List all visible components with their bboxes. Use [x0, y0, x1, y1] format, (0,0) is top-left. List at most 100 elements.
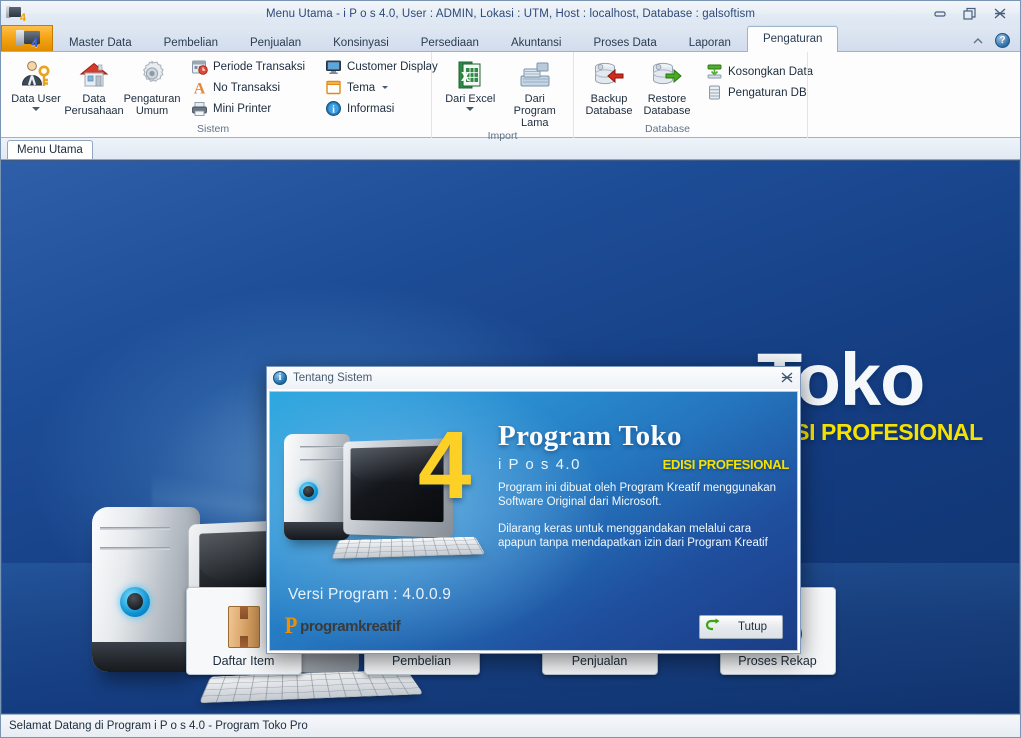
about-dialog-body: 4 Program Toko i P o s 4.0 EDISI PROFESI…: [269, 391, 798, 651]
no-transaksi-button[interactable]: A No Transaksi: [187, 77, 311, 98]
customer-display-button[interactable]: Customer Display: [321, 56, 444, 77]
informasi-button[interactable]: i Informasi: [321, 98, 444, 119]
mdi-workspace: Toko EDISI PROFESIONAL Daftar Item: [1, 160, 1020, 714]
pengaturan-umum-label: Pengaturan Umum: [124, 93, 181, 117]
restore-icon[interactable]: [962, 6, 978, 22]
app-menu-button[interactable]: 4: [1, 25, 53, 51]
chevron-up-icon[interactable]: [971, 34, 985, 48]
tab-penjualan[interactable]: Penjualan: [234, 31, 317, 54]
help-icon[interactable]: ?: [995, 33, 1010, 48]
about-dialog-title: Tentang Sistem: [293, 372, 372, 384]
gear-icon: [135, 58, 169, 92]
periode-transaksi-label: Periode Transaksi: [213, 61, 305, 73]
window-titlebar: 4 Menu Utama - i P o s 4.0, User : ADMIN…: [1, 1, 1020, 26]
penjualan-label: Penjualan: [572, 654, 628, 668]
version-numeral-4: 4: [418, 418, 471, 514]
tab-akuntansi[interactable]: Akuntansi: [495, 31, 578, 54]
tutup-button-label: Tutup: [729, 621, 782, 633]
tab-konsinyasi[interactable]: Konsinyasi: [317, 31, 405, 54]
sistem-small-column-1: Periode Transaksi A No Transaksi: [187, 55, 311, 119]
ribbon-group-label-sistem: Sistem: [1, 123, 431, 138]
return-arrow-icon: [705, 617, 723, 638]
window-controls: [932, 6, 1020, 22]
database-settings-icon: [706, 84, 723, 101]
cash-register-icon: [518, 58, 552, 92]
minimize-icon[interactable]: [932, 6, 948, 22]
backup-database-button[interactable]: Backup Database: [580, 55, 638, 118]
data-perusahaan-label: Data Perusahaan: [64, 93, 123, 117]
svg-text:X: X: [461, 69, 470, 84]
tab-pengaturan[interactable]: Pengaturan: [747, 26, 838, 52]
info-icon: i: [325, 100, 342, 117]
tab-persediaan[interactable]: Persediaan: [405, 31, 495, 54]
tutup-button[interactable]: Tutup: [699, 615, 783, 639]
box-icon: [220, 604, 268, 650]
database-small-column: Kosongkan Data Pengaturan DB: [702, 55, 819, 103]
excel-icon: X: [453, 58, 487, 92]
data-user-label: Data User: [11, 93, 61, 105]
dari-excel-button[interactable]: X Dari Excel: [438, 55, 503, 112]
chevron-down-icon[interactable]: [382, 86, 388, 89]
kosongkan-data-label: Kosongkan Data: [728, 66, 813, 78]
backup-database-label: Backup Database: [585, 93, 632, 117]
informasi-label: Informasi: [347, 103, 394, 115]
close-icon[interactable]: [992, 6, 1008, 22]
printer-icon: [191, 100, 208, 117]
tab-proses-data[interactable]: Proses Data: [577, 31, 672, 54]
info-icon: i: [273, 371, 287, 385]
about-paragraph-1: Program ini dibuat oleh Program Kreatif …: [498, 482, 789, 509]
dari-excel-label: Dari Excel: [445, 93, 495, 105]
user-key-icon: [19, 58, 53, 92]
mini-printer-label: Mini Printer: [213, 103, 271, 115]
about-product-version: i P o s 4.0: [498, 456, 581, 473]
proses-rekap-label: Proses Rekap: [738, 654, 817, 668]
about-dialog: i Tentang Sistem 4: [266, 366, 801, 654]
window-title: Menu Utama - i P o s 4.0, User : ADMIN, …: [1, 8, 1020, 20]
about-paragraph-2: Dilarang keras untuk menggandakan melalu…: [498, 523, 789, 550]
restore-database-label: Restore Database: [643, 93, 690, 117]
mini-printer-button[interactable]: Mini Printer: [187, 98, 311, 119]
letter-a-icon: A: [191, 79, 208, 96]
dari-program-lama-button[interactable]: Dari Program Lama: [503, 55, 568, 130]
close-icon[interactable]: [779, 370, 795, 386]
tema-button[interactable]: Tema: [321, 77, 444, 98]
kosongkan-data-button[interactable]: Kosongkan Data: [702, 61, 819, 82]
tema-label: Tema: [347, 82, 375, 94]
statusbar: Selamat Datang di Program i P o s 4.0 - …: [1, 714, 1020, 737]
svg-text:i: i: [332, 104, 335, 115]
chevron-down-icon[interactable]: [466, 107, 474, 111]
data-user-button[interactable]: Data User: [7, 55, 65, 112]
ribbon-body: Data User Data: [1, 52, 1020, 138]
about-version-line: Versi Program : 4.0.0.9: [288, 586, 451, 604]
tab-laporan[interactable]: Laporan: [673, 31, 747, 54]
data-perusahaan-button[interactable]: Data Perusahaan: [65, 55, 123, 118]
pengaturan-db-button[interactable]: Pengaturan DB: [702, 82, 819, 103]
periode-transaksi-button[interactable]: Periode Transaksi: [187, 56, 311, 77]
programkreatif-text: programkreatif: [300, 618, 400, 635]
database-restore-icon: [650, 58, 684, 92]
no-transaksi-label: No Transaksi: [213, 82, 280, 94]
customer-display-label: Customer Display: [347, 61, 438, 73]
house-icon: [77, 58, 111, 92]
ribbon-filler: [807, 52, 1020, 138]
program-toko-icon: 4: [5, 3, 27, 25]
ribbon-group-label-database: Database: [574, 123, 807, 138]
programkreatif-mark: P: [285, 615, 298, 637]
pengaturan-umum-button[interactable]: Pengaturan Umum: [123, 55, 181, 118]
ribbon-group-sistem: Data User Data: [1, 52, 431, 138]
doctab-menu-utama[interactable]: Menu Utama: [7, 140, 93, 159]
ribbon-tabstrip: 4 Master Data Pembelian Penjualan Konsin…: [1, 26, 1020, 52]
tab-pembelian[interactable]: Pembelian: [148, 31, 234, 54]
restore-database-button[interactable]: Restore Database: [638, 55, 696, 118]
statusbar-text: Selamat Datang di Program i P o s 4.0 - …: [9, 720, 308, 732]
monitor-icon: [325, 58, 342, 75]
svg-text:A: A: [194, 81, 206, 97]
about-edition-badge: EDISI PROFESIONAL: [663, 457, 789, 472]
about-text-block: Program Toko i P o s 4.0 EDISI PROFESION…: [498, 420, 789, 550]
empty-data-icon: [706, 63, 723, 80]
daftar-item-label: Daftar Item: [213, 654, 275, 668]
ribbon-group-database: Backup Database: [573, 52, 807, 138]
chevron-down-icon[interactable]: [32, 107, 40, 111]
programkreatif-logo: P programkreatif: [284, 615, 400, 637]
tab-master-data[interactable]: Master Data: [53, 31, 148, 54]
